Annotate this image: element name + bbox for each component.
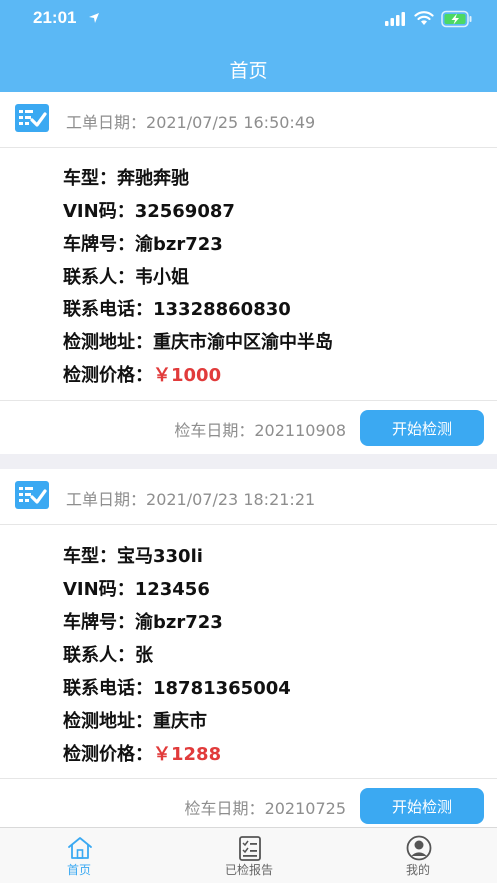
address-row: 检测地址：重庆市渝中区渝中半岛 <box>63 328 333 354</box>
car-model-value: 奔驰奔驰 <box>117 168 189 189</box>
tab-home-label: 首页 <box>66 863 91 877</box>
phone-label: 联系电话： <box>63 678 153 699</box>
order-date: 工单日期：2021/07/25 16:50:49 <box>66 109 315 133</box>
plate-label: 车牌号： <box>63 234 135 255</box>
tab-home[interactable]: 首页 <box>19 828 139 883</box>
check-date-label: 检车日期： <box>184 799 265 818</box>
order-date-value: 2021/07/25 16:50:49 <box>146 113 316 132</box>
plate-value: 渝bzr723 <box>135 234 223 255</box>
order-card-header: 工单日期：2021/07/25 16:50:49 <box>0 92 497 148</box>
order-date-label: 工单日期： <box>66 490 147 509</box>
start-inspection-button[interactable]: 开始检测 <box>360 410 484 446</box>
bottom-tab-bar: 首页 已检报告 我的 <box>0 827 497 883</box>
order-card-footer: 检车日期：20210725 开始检测 <box>0 778 497 827</box>
location-arrow-icon <box>89 13 99 23</box>
address-label: 检测地址： <box>63 332 153 353</box>
tab-reports-label: 已检报告 <box>224 863 273 877</box>
cellular-signal-icon <box>385 12 405 26</box>
plate-label: 车牌号： <box>63 612 135 633</box>
price-row: 检测价格：￥1000 <box>63 361 221 387</box>
battery-charging-icon <box>441 10 472 28</box>
contact-value: 张 <box>135 645 153 666</box>
status-time: 21:01 <box>33 8 77 27</box>
order-card: 工单日期：2021/07/23 18:21:21 车型：宝马330li VIN码… <box>0 469 497 827</box>
vin-value: 123456 <box>134 579 210 600</box>
address-value: 重庆市渝中区渝中半岛 <box>153 332 333 353</box>
car-model-row: 车型：宝马330li <box>63 542 203 568</box>
price-label: 检测价格： <box>63 365 153 386</box>
order-card-header: 工单日期：2021/07/23 18:21:21 <box>0 469 497 525</box>
phone-value: 18781365004 <box>153 678 291 699</box>
address-label: 检测地址： <box>63 711 153 732</box>
car-model-label: 车型： <box>63 168 117 189</box>
order-card-footer: 检车日期：202110908 开始检测 <box>0 400 497 454</box>
plate-row: 车牌号：渝bzr723 <box>63 230 223 256</box>
phone-row: 联系电话：18781365004 <box>63 674 291 700</box>
plate-row: 车牌号：渝bzr723 <box>63 608 223 634</box>
order-list-check-icon <box>15 104 49 132</box>
check-date-value: 202110908 <box>254 421 346 440</box>
order-card: 工单日期：2021/07/25 16:50:49 车型：奔驰奔驰 VIN码：32… <box>0 92 497 454</box>
start-inspection-button[interactable]: 开始检测 <box>360 788 484 824</box>
check-date-label: 检车日期： <box>174 421 255 440</box>
order-date-value: 2021/07/23 18:21:21 <box>146 490 316 509</box>
order-date-label: 工单日期： <box>66 113 147 132</box>
price-row: 检测价格：￥1288 <box>63 740 221 766</box>
check-date: 检车日期：20210725 <box>185 795 346 819</box>
status-bar: 21:01 <box>0 0 497 38</box>
contact-row: 联系人：韦小姐 <box>63 263 189 289</box>
order-list-check-icon <box>15 481 49 509</box>
car-model-row: 车型：奔驰奔驰 <box>63 164 189 190</box>
tab-reports[interactable]: 已检报告 <box>189 828 309 883</box>
vin-row: VIN码：32569087 <box>63 197 235 223</box>
vin-label: VIN码： <box>63 201 135 222</box>
order-list[interactable]: 工单日期：2021/07/25 16:50:49 车型：奔驰奔驰 VIN码：32… <box>0 92 497 827</box>
phone-row: 联系电话：13328860830 <box>63 295 291 321</box>
phone-label: 联系电话： <box>63 299 153 320</box>
contact-value: 韦小姐 <box>135 267 189 288</box>
report-icon <box>239 836 261 861</box>
wifi-icon <box>414 11 434 25</box>
home-icon <box>68 837 92 859</box>
user-icon <box>406 835 432 861</box>
app-header: 21:01 首页 <box>0 0 497 92</box>
check-date-value: 20210725 <box>264 799 346 818</box>
price-value: ￥1288 <box>153 744 222 765</box>
car-model-value: 宝马330li <box>117 546 203 567</box>
contact-label: 联系人： <box>63 267 135 288</box>
plate-value: 渝bzr723 <box>135 612 223 633</box>
vin-row: VIN码：123456 <box>63 575 210 601</box>
address-row: 检测地址：重庆市 <box>63 707 207 733</box>
contact-label: 联系人： <box>63 645 135 666</box>
phone-value: 13328860830 <box>153 299 291 320</box>
price-value: ￥1000 <box>153 365 222 386</box>
tab-mine-label: 我的 <box>405 863 430 877</box>
tab-mine[interactable]: 我的 <box>358 828 478 883</box>
check-date: 检车日期：202110908 <box>174 417 346 441</box>
price-label: 检测价格： <box>63 744 153 765</box>
vin-value: 32569087 <box>134 201 235 222</box>
contact-row: 联系人：张 <box>63 641 153 667</box>
vin-label: VIN码： <box>63 579 135 600</box>
order-date: 工单日期：2021/07/23 18:21:21 <box>66 486 315 510</box>
address-value: 重庆市 <box>153 711 207 732</box>
car-model-label: 车型： <box>63 546 117 567</box>
page-title: 首页 <box>229 60 268 82</box>
